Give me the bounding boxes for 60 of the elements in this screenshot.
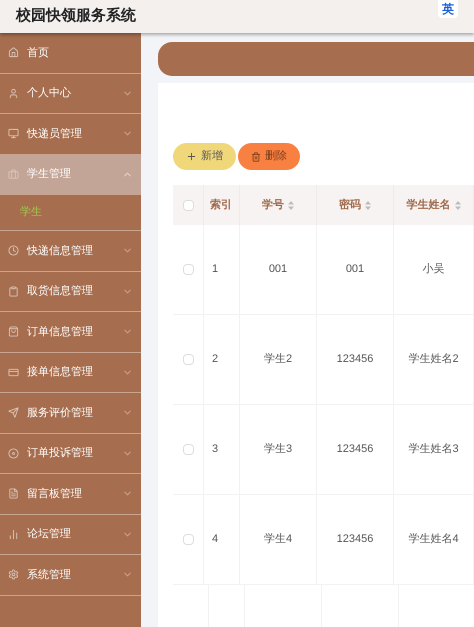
add-button[interactable]: 新增: [173, 143, 236, 170]
trash-icon: [251, 152, 261, 162]
sidebar-item[interactable]: 个人中心: [0, 74, 141, 114]
delete-button[interactable]: 删除: [238, 143, 300, 170]
table-cell-text: 学生4: [264, 532, 292, 548]
table-cell-text: 小吴: [422, 262, 444, 278]
table-cell-text: 123456: [336, 442, 374, 458]
table-cell-text: 1: [212, 262, 218, 278]
plus-icon: [186, 151, 197, 162]
row-checkbox[interactable]: [182, 354, 194, 365]
bag-icon: [8, 326, 19, 338]
column-header[interactable]: 学号: [240, 185, 317, 225]
bar-chart-icon: [8, 528, 19, 540]
clock-icon: [8, 245, 19, 256]
table-cell-text: 123456: [336, 532, 374, 548]
sort-icon: [288, 200, 294, 210]
sidebar-item[interactable]: 学生管理: [0, 154, 141, 195]
sidebar-item[interactable]: 服务评价管理: [0, 393, 141, 434]
home-icon: [8, 47, 19, 58]
send-icon: [8, 407, 19, 418]
document-icon: [8, 488, 19, 500]
sidebar-item[interactable]: 论坛管理: [0, 514, 141, 555]
app-title: 校园快领服务系统: [16, 6, 136, 26]
table-cell-text: 001: [268, 262, 288, 278]
table-cell-text: 001: [346, 262, 364, 278]
table-cell-text: 2: [212, 352, 218, 368]
table-cell-text: 学生2: [264, 352, 292, 368]
row-checkbox[interactable]: [182, 264, 194, 275]
table-cell-text: 学生姓名3: [408, 442, 459, 458]
row-checkbox[interactable]: [182, 534, 194, 545]
disc-icon: [8, 448, 19, 459]
sidebar-item[interactable]: 系统管理: [0, 555, 141, 596]
sidebar-item[interactable]: 订单投诉管理: [0, 434, 141, 474]
sidebar-item[interactable]: 留言板管理: [0, 474, 141, 514]
ime-indicator[interactable]: 英: [438, 0, 458, 18]
table-cell-text: 学生姓名2: [408, 352, 459, 368]
sidebar-item[interactable]: 首页: [0, 33, 141, 74]
sidebar-item[interactable]: 取货信息管理: [0, 272, 141, 312]
table-cell-text: 学生3: [264, 442, 292, 458]
sort-icon: [365, 200, 371, 210]
column-header[interactable]: 索引: [204, 185, 240, 225]
submenu-item[interactable]: 学生: [0, 195, 141, 231]
table-cell-text: 123456: [336, 352, 374, 368]
sidebar-item[interactable]: 接单信息管理: [0, 352, 141, 393]
column-header[interactable]: 密码: [317, 185, 394, 225]
sort-icon: [454, 200, 460, 210]
table-cell-text: 学生姓名4: [408, 532, 459, 548]
row-checkbox[interactable]: [182, 444, 194, 455]
table-cell-text: 3: [212, 442, 218, 458]
sidebar-item[interactable]: 快递信息管理: [0, 231, 141, 272]
briefcase-icon: [8, 168, 19, 180]
sidebar-item[interactable]: 订单信息管理: [0, 312, 141, 352]
card-icon: [8, 366, 19, 378]
gear-icon: [8, 569, 19, 580]
column-header[interactable]: 学生姓名: [394, 185, 474, 225]
table-cell-text: 4: [212, 532, 218, 548]
clipboard-icon: [8, 286, 19, 297]
select-all-checkbox[interactable]: [182, 200, 194, 210]
user-icon: [8, 88, 19, 99]
monitor-icon: [8, 128, 19, 140]
